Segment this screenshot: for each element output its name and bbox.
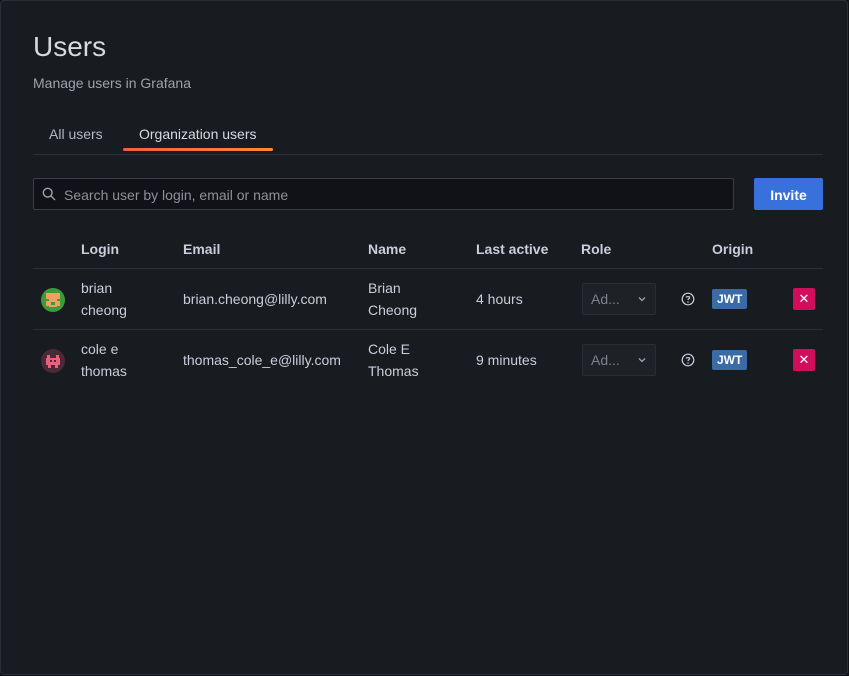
delete-user-button[interactable]: ✕ xyxy=(793,288,815,310)
page-title: Users xyxy=(33,31,107,62)
table-row: brian cheong brian.cheong@lilly.com Bria… xyxy=(33,268,823,330)
name-line1: Cole E xyxy=(368,341,411,357)
login-line1: brian xyxy=(81,280,113,296)
column-header-role: Role xyxy=(581,241,612,257)
name-cell: Brian Cheong xyxy=(368,277,417,321)
column-header-origin: Origin xyxy=(712,241,754,257)
name-line2: Thomas xyxy=(368,363,419,379)
role-value: Ad... xyxy=(591,291,620,307)
column-header-login: Login xyxy=(81,241,120,257)
role-value: Ad... xyxy=(591,352,620,368)
avatar-green-icon xyxy=(41,288,65,312)
question-circle-icon[interactable] xyxy=(681,292,695,306)
column-header-email: Email xyxy=(183,241,221,257)
tab-all-users[interactable]: All users xyxy=(33,117,119,153)
tab-organization-users[interactable]: Organization users xyxy=(123,117,273,153)
login-cell: brian cheong xyxy=(81,277,127,321)
users-panel: Users Manage users in Grafana All users … xyxy=(0,0,848,675)
column-header-name: Name xyxy=(368,241,407,257)
column-header-last-active: Last active xyxy=(476,241,549,257)
email-cell: thomas_cole_e@lilly.com xyxy=(183,352,341,368)
name-line2: Cheong xyxy=(368,302,418,318)
search-icon xyxy=(42,187,56,201)
last-active-cell: 9 minutes xyxy=(476,352,537,368)
last-active-cell: 4 hours xyxy=(476,291,523,307)
table-row: cole e thomas thomas_cole_e@lilly.com Co… xyxy=(33,329,823,391)
origin-badge: JWT xyxy=(712,350,748,370)
chevron-down-icon xyxy=(638,297,646,302)
question-circle-icon[interactable] xyxy=(681,353,695,367)
avatar-pink-icon xyxy=(41,349,65,373)
origin-badge: JWT xyxy=(712,289,748,309)
page-subtitle: Manage users in Grafana xyxy=(33,75,191,91)
login-line2: cheong xyxy=(81,302,127,318)
search-box[interactable] xyxy=(33,178,734,211)
login-line2: thomas xyxy=(81,363,127,379)
login-line1: cole e xyxy=(81,341,119,357)
close-icon: ✕ xyxy=(798,352,810,367)
role-select[interactable]: Ad... xyxy=(582,344,656,376)
name-line1: Brian xyxy=(368,280,401,296)
close-icon: ✕ xyxy=(798,291,810,306)
login-cell: cole e thomas xyxy=(81,338,127,382)
role-select[interactable]: Ad... xyxy=(582,283,656,315)
chevron-down-icon xyxy=(638,358,646,363)
invite-button[interactable]: Invite xyxy=(754,178,823,210)
delete-user-button[interactable]: ✕ xyxy=(793,349,815,371)
search-input[interactable] xyxy=(62,179,726,211)
email-cell: brian.cheong@lilly.com xyxy=(183,291,327,307)
tab-bar: All users Organization users xyxy=(33,117,823,155)
name-cell: Cole E Thomas xyxy=(368,338,419,382)
